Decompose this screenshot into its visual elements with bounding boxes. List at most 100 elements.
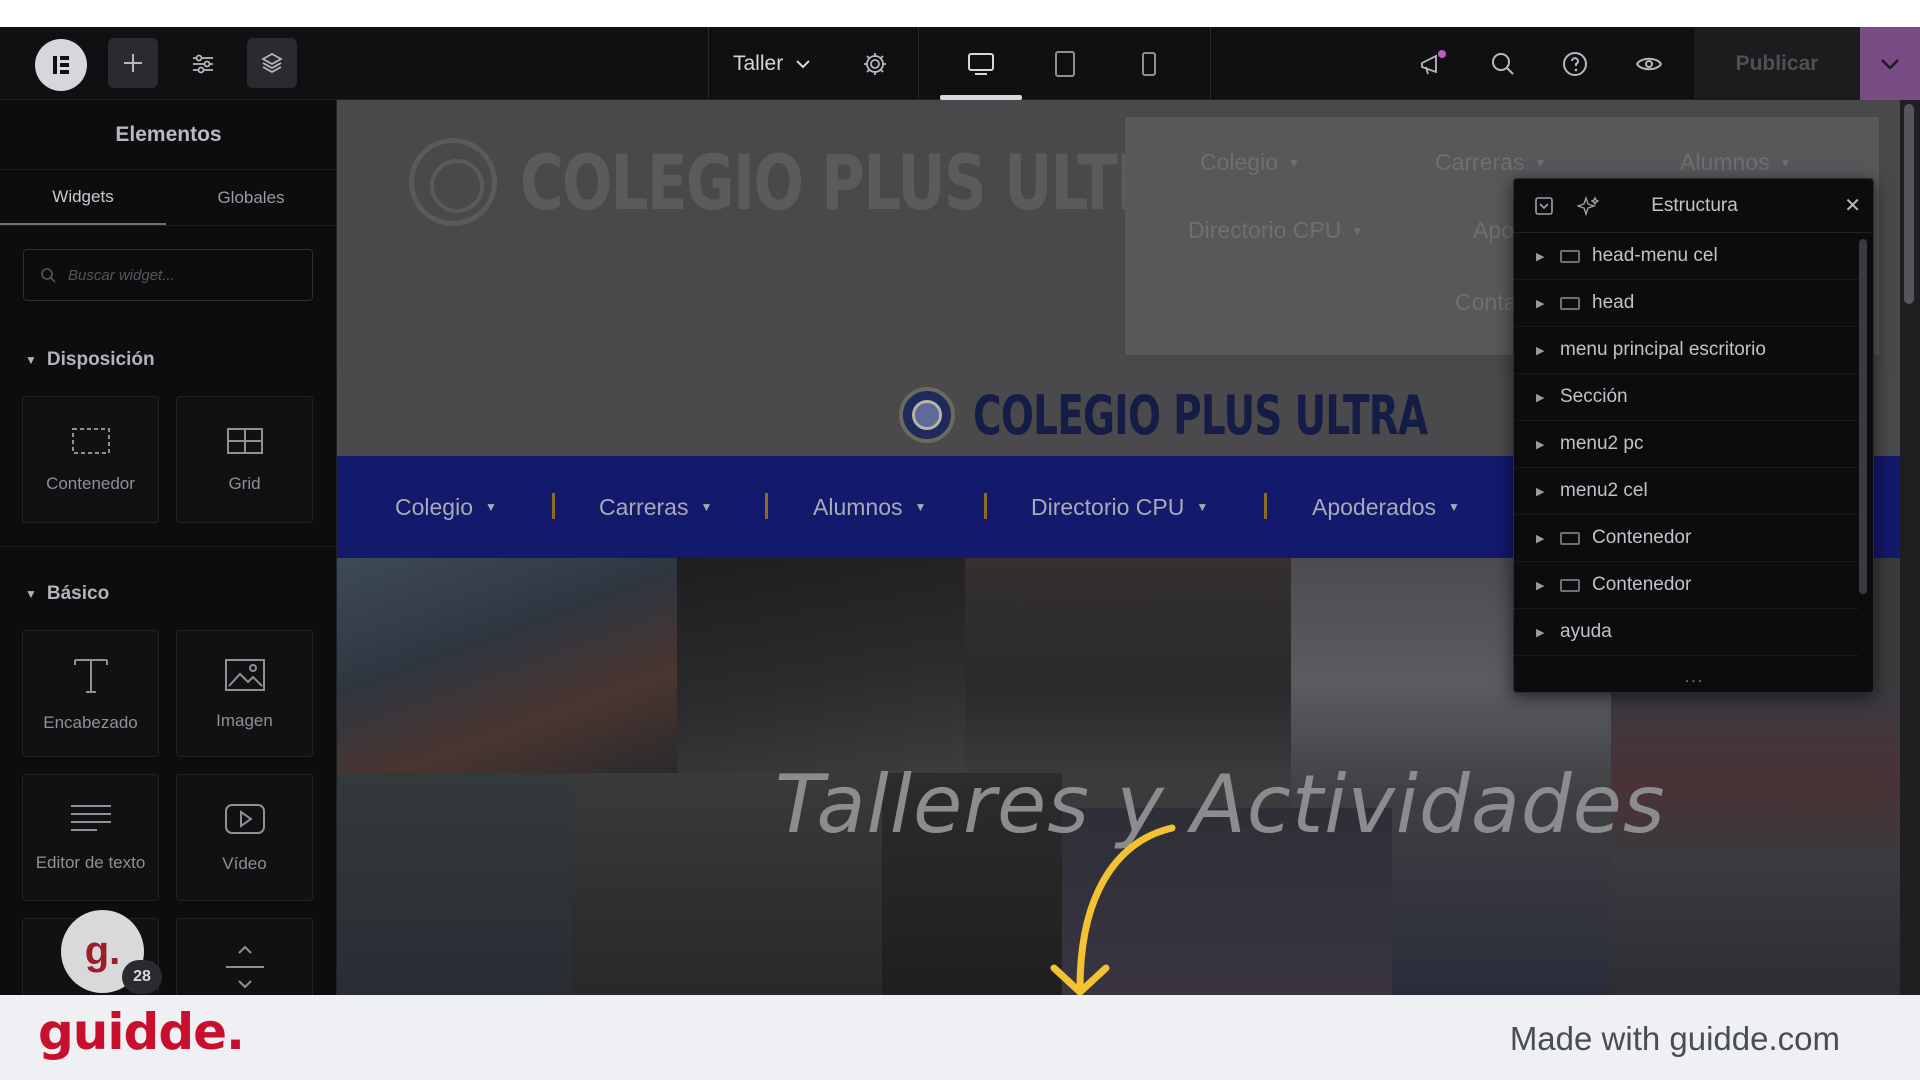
close-icon[interactable]: ✕ <box>1844 193 1861 218</box>
container-icon <box>71 427 110 454</box>
structure-item-label: Contenedor <box>1592 527 1692 548</box>
ghost-menu-item[interactable]: Apo <box>1473 217 1514 244</box>
editor-top-bar: Taller Publicar <box>0 27 1920 100</box>
chevron-down-icon <box>1881 58 1899 70</box>
widget-text-editor[interactable]: Editor de texto <box>22 774 159 901</box>
collage-photo-boat <box>337 558 677 773</box>
nav-item-apoderados[interactable]: Apoderados ▼ <box>1312 456 1460 558</box>
desktop-icon <box>968 52 994 75</box>
ghost-menu-item[interactable]: Conta <box>1455 289 1516 316</box>
container-icon <box>1560 296 1580 310</box>
structure-title: Estructura <box>1651 194 1738 216</box>
device-mobile-button[interactable] <box>1112 27 1186 100</box>
ghost-menu-item[interactable]: Carreras ▼ <box>1435 149 1546 176</box>
structure-toggle-button[interactable] <box>247 38 297 88</box>
sparkle-icon[interactable] <box>1575 195 1600 222</box>
structure-item-label: menu2 pc <box>1560 433 1644 454</box>
structure-item-label: ayuda <box>1560 621 1612 642</box>
tab-widgets[interactable]: Widgets <box>0 170 166 226</box>
nav-label: Alumnos <box>813 493 903 520</box>
megaphone-icon <box>1421 49 1446 74</box>
canvas-scroll-thumb[interactable] <box>1904 104 1914 304</box>
video-icon <box>224 803 265 834</box>
search-icon <box>41 268 56 283</box>
grid-icon <box>226 427 263 454</box>
divider <box>708 27 709 100</box>
publish-options-button[interactable] <box>1860 27 1920 100</box>
add-element-button[interactable] <box>108 38 158 88</box>
structure-item[interactable]: ▶ head <box>1514 280 1859 327</box>
nav-item-alumnos[interactable]: Alumnos ▼ <box>813 456 926 558</box>
widget-divider[interactable] <box>176 918 313 995</box>
nav-separator <box>765 493 768 519</box>
widget-label: Vídeo <box>222 853 267 873</box>
nav-item-directorio[interactable]: Directorio CPU ▼ <box>1031 456 1208 558</box>
add-icon <box>124 54 142 72</box>
widget-grid[interactable]: Grid <box>176 396 313 523</box>
container-icon <box>1560 578 1580 592</box>
caret-down-icon: ▼ <box>1779 155 1792 170</box>
structure-item[interactable]: ▶ menu2 pc <box>1514 421 1859 468</box>
nav-item-colegio[interactable]: Colegio ▼ <box>395 456 497 558</box>
widget-heading[interactable]: Encabezado <box>22 630 159 757</box>
widget-video[interactable]: Vídeo <box>176 774 313 901</box>
text-editor-icon <box>70 804 111 831</box>
widget-search-input[interactable]: Buscar widget... <box>23 249 313 301</box>
structure-item[interactable]: ▶ ayuda <box>1514 609 1859 656</box>
settings-gear-icon <box>864 52 886 75</box>
section-disposicion-header[interactable]: ▼ Disposición <box>25 349 155 371</box>
school-crest-logo <box>899 387 955 443</box>
caret-right-icon: ▶ <box>1536 250 1545 263</box>
collage-photo-art <box>1611 853 1900 995</box>
structure-item[interactable]: ▶ head-menu cel <box>1514 233 1859 280</box>
nav-item-carreras[interactable]: Carreras ▼ <box>599 456 712 558</box>
page-settings-button[interactable] <box>850 27 900 100</box>
device-tablet-button[interactable] <box>1028 27 1102 100</box>
ghost-menu-item[interactable]: Directorio CPU ▼ <box>1188 217 1363 244</box>
caret-right-icon: ▶ <box>1536 579 1545 592</box>
guidde-logo[interactable]: guidde. <box>38 1003 245 1061</box>
publish-button[interactable]: Publicar <box>1694 27 1860 100</box>
ghost-menu-label: Carreras <box>1435 149 1525 175</box>
whats-new-button[interactable] <box>1408 27 1458 100</box>
collapse-all-icon[interactable] <box>1534 196 1554 222</box>
divider <box>1210 27 1211 100</box>
structure-scrollbar[interactable] <box>1859 239 1867 594</box>
site-settings-button[interactable] <box>178 27 228 100</box>
heading-icon <box>73 658 108 693</box>
caret-down-icon: ▼ <box>485 500 497 514</box>
ghost-menu-item[interactable]: Colegio ▼ <box>1200 149 1300 176</box>
search-button[interactable] <box>1478 27 1528 100</box>
school-crest-ghost <box>409 138 497 226</box>
divider-icon <box>225 945 264 989</box>
device-desktop-button[interactable] <box>940 27 1022 100</box>
section-basico-header[interactable]: ▼ Básico <box>25 583 109 605</box>
structure-item[interactable]: ▶ menu principal escritorio <box>1514 327 1859 374</box>
widget-image[interactable]: Imagen <box>176 630 313 757</box>
section-title: Básico <box>46 583 110 604</box>
help-button[interactable] <box>1550 27 1600 100</box>
structure-item[interactable]: ▶ Sección <box>1514 374 1859 421</box>
ghost-menu-item[interactable]: Alumnos ▼ <box>1680 149 1791 176</box>
caret-down-icon: ▼ <box>25 353 37 367</box>
widget-label: Grid <box>228 473 261 493</box>
caret-down-icon: ▼ <box>700 500 713 514</box>
elementor-logo-icon[interactable] <box>35 39 87 91</box>
ghost-menu-label: Apo <box>1473 217 1514 243</box>
structure-item[interactable]: ▶ Contenedor <box>1514 562 1859 609</box>
chevron-down-icon <box>796 59 810 68</box>
page-name-label: Taller <box>733 51 784 75</box>
structure-item[interactable]: ▶ menu2 cel <box>1514 468 1859 515</box>
tab-globals[interactable]: Globales <box>168 170 334 226</box>
divider <box>0 546 336 547</box>
caret-down-icon: ▼ <box>1448 500 1460 514</box>
widget-container[interactable]: Contenedor <box>22 396 159 523</box>
nav-separator <box>984 493 987 519</box>
structure-item-label: head-menu cel <box>1592 245 1718 266</box>
structure-item[interactable]: ▶ Contenedor <box>1514 515 1859 562</box>
search-icon <box>1492 52 1514 75</box>
preview-button[interactable] <box>1624 27 1674 100</box>
made-with-text[interactable]: Made with guidde.com <box>1510 1020 1840 1058</box>
container-icon <box>1560 531 1580 545</box>
page-selector[interactable]: Taller <box>733 27 811 100</box>
